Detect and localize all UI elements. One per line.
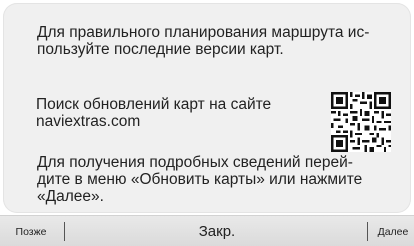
route-planning-message: Для правильного планирования маршрута ис…: [37, 24, 370, 58]
details-message: Для получения подробных сведений перей- …: [37, 154, 363, 205]
button-bar: Позже Закр. Далее: [0, 215, 414, 246]
qr-code-icon: [331, 92, 391, 152]
next-button[interactable]: Далее: [372, 216, 414, 246]
later-button[interactable]: Позже: [0, 216, 62, 246]
map-update-search-message: Поиск обновлений карт на сайте naviextra…: [36, 96, 272, 130]
divider: [367, 222, 368, 241]
close-button[interactable]: Закр.: [68, 216, 366, 246]
divider: [64, 222, 65, 241]
map-update-dialog: Для правильного планирования маршрута ис…: [0, 0, 414, 246]
